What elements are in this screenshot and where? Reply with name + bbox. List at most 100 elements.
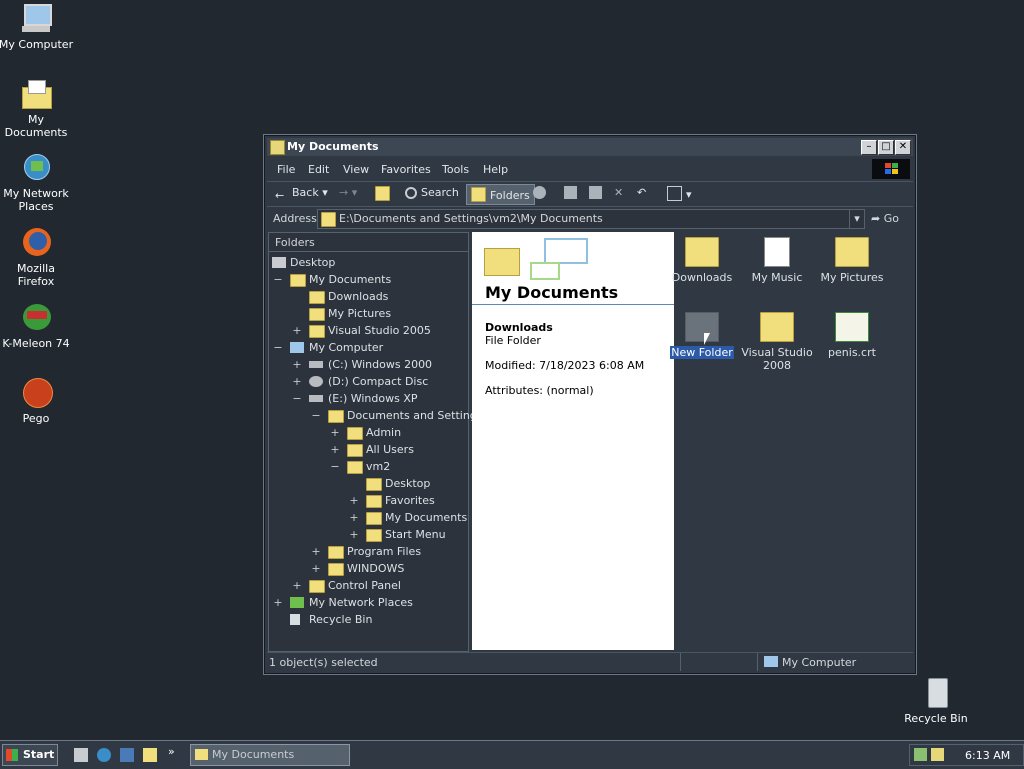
start-label: Start	[23, 748, 55, 761]
task-folder-icon	[195, 749, 208, 760]
desktop-icon-my-documents[interactable]: My Documents	[0, 77, 74, 139]
go-arrow-icon: ➦	[871, 212, 881, 225]
folders-button[interactable]: Folders	[466, 184, 535, 205]
folders-icon	[471, 187, 486, 202]
folder-icon	[328, 563, 344, 576]
file-item-downloads[interactable]: Downloads	[666, 237, 738, 284]
quicklaunch-more-icon[interactable]: »	[168, 745, 175, 758]
desktop-icon-recycle-bin[interactable]: Recycle Bin	[898, 676, 974, 725]
desktop-icon-label: K-Meleon 74	[2, 337, 70, 350]
go-label: Go	[883, 212, 899, 225]
folders-pane-header: Folders	[269, 233, 468, 252]
status-location: My Computer	[782, 656, 857, 669]
copy-to-icon	[589, 186, 602, 199]
move-to-button[interactable]	[564, 186, 581, 199]
window-folder-icon	[270, 140, 285, 155]
menu-bar: File Edit View Favorites Tools Help	[267, 158, 913, 180]
tray-app-icon[interactable]	[931, 748, 944, 761]
documents-folder-icon	[19, 77, 53, 111]
status-divider	[680, 653, 681, 671]
selected-item-attributes: Attributes: (normal)	[485, 384, 594, 397]
favorites-folder-icon	[366, 495, 382, 508]
folder-icon	[685, 237, 719, 267]
up-folder-button[interactable]	[375, 186, 394, 201]
desktop-icon-label: Mozilla Firefox	[17, 262, 55, 288]
status-bar: 1 object(s) selected My Computer	[267, 652, 913, 671]
menu-tools[interactable]: Tools	[442, 163, 469, 176]
computer-icon	[290, 342, 304, 353]
delete-button[interactable]: ✕	[614, 186, 623, 199]
go-button[interactable]: ➦ Go	[871, 212, 899, 225]
folder-icon	[309, 291, 325, 304]
up-folder-icon	[375, 186, 390, 201]
menu-help[interactable]: Help	[483, 163, 508, 176]
file-item-visual-studio-2008[interactable]: Visual Studio 2008	[741, 312, 813, 372]
tray-network-icon[interactable]	[914, 748, 927, 761]
address-dropdown-icon[interactable]: ▾	[849, 210, 864, 228]
certificate-icon	[835, 312, 869, 342]
start-button[interactable]: Start	[2, 744, 58, 766]
desktop-icon-pego[interactable]: Pego	[0, 376, 74, 425]
forward-button[interactable]: → ▾	[339, 186, 357, 199]
task-button-my-documents[interactable]: My Documents	[190, 744, 350, 766]
desktop-icon-label: My Computer	[0, 38, 74, 51]
details-title: My Documents	[485, 283, 619, 302]
details-pane: My Documents Downloads File Folder Modif…	[472, 232, 674, 650]
search-label: Search	[421, 186, 459, 199]
title-bar[interactable]: My Documents – □ ✕	[267, 138, 913, 156]
undo-button[interactable]: ↶	[637, 186, 646, 199]
desktop-icon	[272, 257, 286, 268]
history-button[interactable]	[533, 186, 550, 199]
close-button[interactable]: ✕	[895, 140, 911, 155]
control-panel-icon	[309, 580, 325, 593]
folder-icon	[347, 461, 363, 474]
folder-icon	[347, 444, 363, 457]
file-item-certificate[interactable]: penis.crt	[816, 312, 888, 359]
system-tray: 6:13 AM	[909, 744, 1024, 766]
copy-to-button[interactable]	[589, 186, 606, 199]
views-grid-icon	[667, 186, 682, 201]
back-button[interactable]: ← Back ▾	[275, 186, 328, 202]
search-button[interactable]: Search	[405, 186, 459, 199]
documents-folder-icon	[290, 274, 306, 287]
folder-icon	[685, 312, 719, 342]
desktop-icon-my-network-places[interactable]: My Network Places	[0, 151, 74, 213]
search-icon	[405, 187, 417, 199]
firefox-icon	[19, 226, 53, 260]
desktop-icon-mozilla-firefox[interactable]: Mozilla Firefox	[0, 226, 74, 288]
quicklaunch-explorer-icon[interactable]	[143, 748, 157, 762]
maximize-button[interactable]: □	[878, 140, 894, 155]
taskbar: Start » My Documents 6:13 AM	[0, 740, 1024, 769]
menu-file[interactable]: File	[277, 163, 295, 176]
desktop-icon-k-meleon[interactable]: K-Meleon 74	[0, 301, 74, 350]
status-divider	[757, 653, 758, 671]
quicklaunch-ie-icon[interactable]	[97, 748, 111, 762]
pictures-folder-icon	[309, 308, 325, 321]
desktop-icon-label: My Documents	[4, 113, 68, 139]
desktop-icon-my-computer[interactable]: My Computer	[0, 2, 74, 51]
menu-edit[interactable]: Edit	[308, 163, 329, 176]
selected-item-modified: Modified: 7/18/2023 6:08 AM	[485, 359, 645, 372]
folder-icon	[309, 325, 325, 338]
file-item-my-pictures[interactable]: My Pictures	[816, 237, 888, 284]
windows-logo-icon	[872, 159, 910, 179]
desktop-icon-label: My Network Places	[3, 187, 69, 213]
computer-icon	[19, 2, 53, 36]
selected-item-name: Downloads	[485, 321, 553, 334]
menu-favorites[interactable]: Favorites	[381, 163, 431, 176]
minimize-button[interactable]: –	[861, 140, 877, 155]
network-globe-icon	[19, 151, 53, 185]
file-item-new-folder[interactable]: New Folder	[666, 312, 738, 359]
computer-icon	[764, 656, 778, 667]
views-button[interactable]: ▾	[667, 186, 692, 201]
windows-logo-icon	[6, 749, 18, 761]
explorer-window: My Documents – □ ✕ File Edit View Favori…	[263, 134, 917, 675]
folder-icon	[366, 478, 382, 491]
quicklaunch-outlook-icon[interactable]	[120, 748, 134, 762]
menu-view[interactable]: View	[343, 163, 369, 176]
address-folder-icon	[321, 212, 336, 227]
address-field[interactable]: E:\Documents and Settings\vm2\My Documen…	[317, 209, 865, 229]
address-label: Address	[273, 212, 317, 225]
quicklaunch-show-desktop-icon[interactable]	[74, 748, 88, 762]
file-item-my-music[interactable]: My Music	[741, 237, 813, 284]
